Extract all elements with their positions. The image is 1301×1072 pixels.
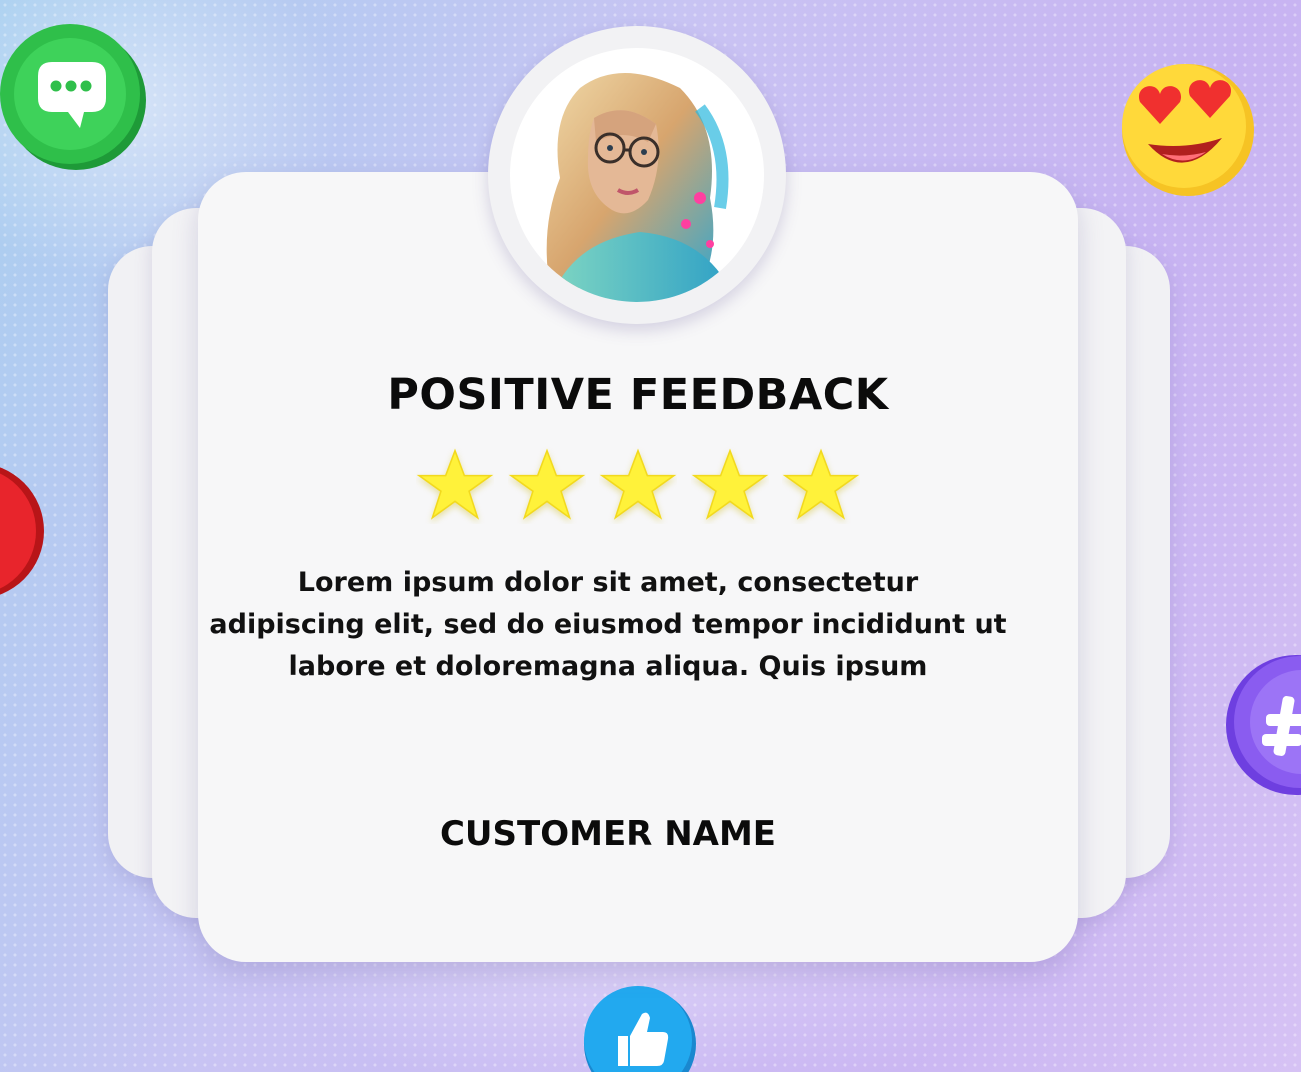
avatar bbox=[510, 48, 764, 302]
customer-name: CUSTOMER NAME bbox=[439, 814, 777, 854]
star-icon bbox=[599, 448, 677, 520]
avatar-portrait bbox=[510, 48, 764, 302]
chat-bubble-icon bbox=[0, 24, 146, 170]
star-icon bbox=[782, 448, 860, 520]
feedback-text: Lorem ipsum dolor sit amet, consectetur … bbox=[198, 562, 1018, 688]
avatar-frame bbox=[488, 26, 786, 324]
thumbs-up-icon bbox=[584, 986, 696, 1072]
feedback-text-line: Lorem ipsum dolor sit amet, consectetur bbox=[297, 567, 919, 598]
star-icon bbox=[508, 448, 585, 520]
red-bubble-icon bbox=[0, 467, 44, 595]
star-rating bbox=[416, 446, 860, 526]
feedback-text-line: adipiscing elit, sed do eiusmod tempor i… bbox=[209, 609, 1007, 640]
card-title: POSITIVE FEEDBACK bbox=[387, 370, 889, 420]
heart-eyes-emoji-icon bbox=[1122, 64, 1254, 196]
feedback-text-line: labore et doloremagna aliqua. Quis ipsum bbox=[288, 651, 928, 682]
star-icon bbox=[416, 448, 494, 520]
star-icon bbox=[691, 448, 768, 520]
hashtag-icon bbox=[1226, 655, 1301, 795]
